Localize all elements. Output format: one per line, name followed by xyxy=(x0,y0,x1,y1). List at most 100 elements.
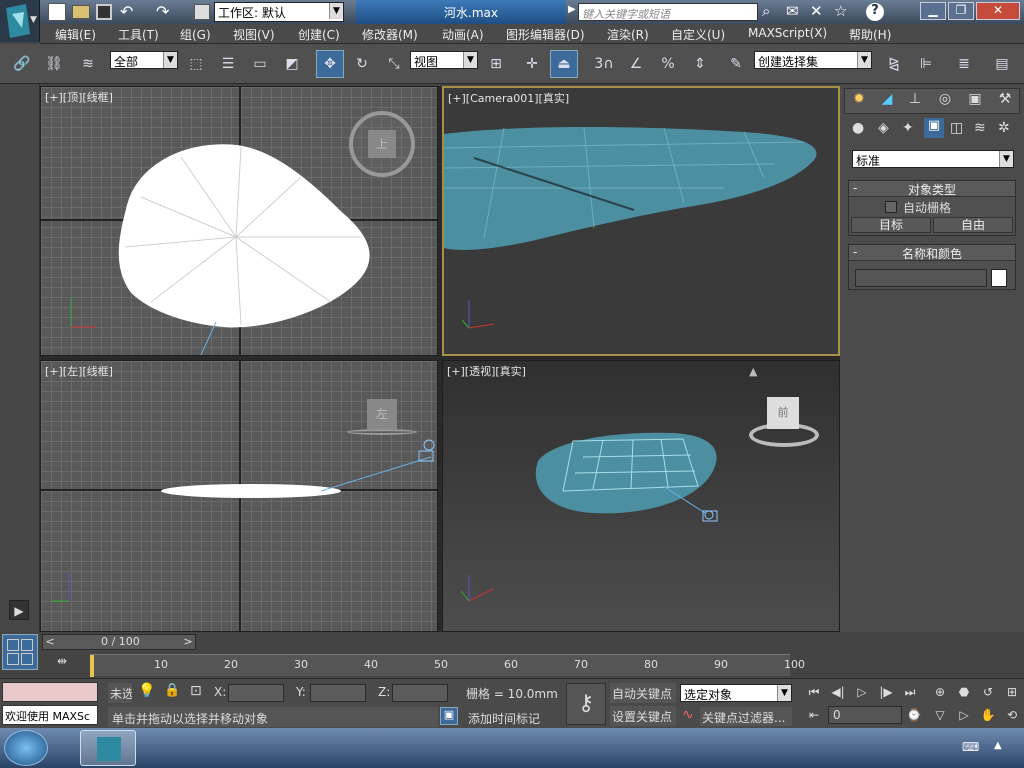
shapes-icon[interactable]: ◈ xyxy=(878,120,889,136)
rollout-header[interactable]: - 对象类型 xyxy=(849,181,1015,197)
z-coordinate-field[interactable] xyxy=(392,684,448,702)
angle-snap-icon[interactable]: ∠ xyxy=(622,50,650,78)
menu-create[interactable]: 创建(C) xyxy=(298,26,340,43)
maximize-viewport-icon[interactable]: ⊞ xyxy=(1002,683,1022,701)
roll-camera-icon[interactable]: ⟲ xyxy=(1002,706,1022,724)
time-configuration-icon[interactable]: ⌚ xyxy=(904,706,924,724)
start-button-icon[interactable] xyxy=(4,730,48,766)
current-frame-field[interactable]: 0 xyxy=(828,706,902,724)
object-color-swatch[interactable] xyxy=(991,269,1007,287)
selection-lock-icon[interactable]: 🔒 xyxy=(164,683,180,698)
spinner-snap-icon[interactable]: ⇕ xyxy=(686,50,714,78)
maxscript-listener-pink[interactable] xyxy=(2,682,98,702)
favorites-star-icon[interactable]: ☆ xyxy=(834,2,847,20)
orbit-camera-icon[interactable]: ↺ xyxy=(978,683,998,701)
menu-tools[interactable]: 工具(T) xyxy=(118,26,159,43)
binoculars-icon[interactable]: ⌕ xyxy=(762,2,770,20)
viewcube-perspective[interactable]: 前 xyxy=(749,389,819,449)
play-icon[interactable]: ▷ xyxy=(852,683,872,701)
open-file-icon[interactable] xyxy=(72,5,90,19)
isolate-bulb-icon[interactable]: 💡 xyxy=(138,683,155,699)
select-link-icon[interactable]: 🔗 xyxy=(8,50,36,78)
go-to-end-icon[interactable]: ⏭ xyxy=(900,683,920,701)
set-key-icon[interactable]: ⚷ xyxy=(566,683,606,725)
dolly-camera-icon[interactable]: ▽ xyxy=(930,706,950,724)
helpers-icon[interactable]: ◫ xyxy=(950,120,963,136)
edit-named-selection-icon[interactable]: ✎ xyxy=(722,50,750,78)
time-slider[interactable]: < 0 / 100 > xyxy=(42,634,196,650)
x-coordinate-field[interactable] xyxy=(228,684,284,702)
motion-tab-icon[interactable]: ◎ xyxy=(933,91,957,111)
viewcube-top[interactable]: 上 xyxy=(349,111,415,177)
app-menu-button[interactable]: ▼ xyxy=(0,0,40,42)
maxscript-mini-listener[interactable]: 欢迎使用 MAXSc xyxy=(2,705,98,725)
hierarchy-tab-icon[interactable]: ⊥ xyxy=(903,91,927,111)
play-script-icon[interactable]: ▶ xyxy=(9,600,29,620)
timeline-cursor[interactable] xyxy=(90,655,94,677)
menu-edit[interactable]: 编辑(E) xyxy=(55,26,96,43)
viewport-label-top[interactable]: [+][顶][线框] xyxy=(45,89,113,105)
zoom-icon[interactable]: ⊕ xyxy=(930,683,950,701)
target-camera-button[interactable]: 目标 xyxy=(851,217,931,233)
systems-icon[interactable]: ✲ xyxy=(998,120,1010,136)
auto-key-button[interactable]: 自动关键点 xyxy=(610,683,676,703)
next-frame-icon[interactable]: |▶ xyxy=(876,683,896,701)
help-icon[interactable]: ? xyxy=(866,3,884,21)
rectangular-selection-icon[interactable]: ▭ xyxy=(246,50,274,78)
viewport-camera[interactable]: [+][Camera001][真实] xyxy=(442,86,840,356)
viewport-perspective[interactable]: 前 ▲ [+][透视][真实] xyxy=(442,360,840,632)
viewport-layout-icon[interactable] xyxy=(2,634,38,670)
project-folder-icon[interactable] xyxy=(194,4,210,20)
viewport-label-camera[interactable]: [+][Camera001][真实] xyxy=(448,90,569,106)
new-file-icon[interactable] xyxy=(48,3,66,21)
viewport-left[interactable]: 左 [+][左][线框] xyxy=(40,360,438,632)
restore-button[interactable]: ❐ xyxy=(948,2,974,20)
select-and-scale-icon[interactable]: ⤡ xyxy=(380,50,408,78)
menu-customize[interactable]: 自定义(U) xyxy=(671,26,725,43)
viewport-top[interactable]: 上 [+][顶][线框] xyxy=(40,86,438,356)
menu-graph-editors[interactable]: 图形编辑器(D) xyxy=(506,26,585,43)
communication-center-icon[interactable]: ✉ xyxy=(786,2,799,20)
lights-icon[interactable]: ✦ xyxy=(902,120,914,136)
menu-help[interactable]: 帮助(H) xyxy=(849,26,891,43)
select-and-rotate-icon[interactable]: ↻ xyxy=(348,50,376,78)
redo-icon[interactable]: ↷ xyxy=(156,2,169,21)
named-selection-dropdown[interactable]: 创建选择集 ▼ xyxy=(754,51,872,69)
add-time-tag-icon[interactable]: ▣ xyxy=(440,707,458,725)
menu-animation[interactable]: 动画(A) xyxy=(442,26,484,43)
y-coordinate-field[interactable] xyxy=(310,684,366,702)
create-tab-icon[interactable]: ✹ xyxy=(847,91,871,111)
go-to-start-icon[interactable]: ⏮ xyxy=(804,683,824,701)
workspace-dropdown[interactable]: 工作区: 默认 ▼ xyxy=(214,2,344,22)
key-mode-toggle-icon[interactable]: ⇤ xyxy=(804,706,824,724)
add-time-tag-label[interactable]: 添加时间标记 xyxy=(468,710,540,727)
menu-maxscript[interactable]: MAXScript(X) xyxy=(748,26,827,40)
search-input[interactable]: 键入关键字或短语 xyxy=(578,3,758,21)
truck-camera-icon[interactable]: ▷ xyxy=(954,706,974,724)
viewport-label-left[interactable]: [+][左][线框] xyxy=(45,363,113,379)
display-tab-icon[interactable]: ▣ xyxy=(963,91,987,111)
connect-icon[interactable]: ✕ xyxy=(810,2,823,20)
mirror-icon[interactable]: ⧎ xyxy=(880,50,908,78)
undo-icon[interactable]: ↶ xyxy=(120,2,133,21)
autogrid-checkbox[interactable] xyxy=(885,201,897,213)
zoom-all-icon[interactable]: ⬣ xyxy=(954,683,974,701)
select-object-icon[interactable]: ⬚ xyxy=(182,50,210,78)
select-and-move-icon[interactable]: ✥ xyxy=(316,50,344,78)
reference-coordinate-dropdown[interactable]: 视图 ▼ xyxy=(410,51,478,69)
layer-manager-icon[interactable]: ≣ xyxy=(950,50,978,78)
graphite-ribbon-icon[interactable]: ▤ xyxy=(988,50,1016,78)
utilities-tab-icon[interactable]: ⚒ xyxy=(993,91,1017,111)
input-keyboard-icon[interactable]: ⌨ xyxy=(962,740,979,754)
keyboard-shortcut-override-icon[interactable]: ⏏ xyxy=(550,50,578,78)
viewcube-left[interactable]: 左 xyxy=(347,399,417,439)
align-icon[interactable]: ⊫ xyxy=(912,50,940,78)
open-mini-curve-editor-icon[interactable]: ⇹ xyxy=(50,654,74,672)
pivot-center-icon[interactable]: ⊞ xyxy=(482,50,510,78)
modify-tab-icon[interactable]: ◢ xyxy=(875,91,899,111)
menu-group[interactable]: 组(G) xyxy=(180,26,211,43)
timeline-ruler[interactable]: 10 20 30 40 50 60 70 80 90 100 xyxy=(90,654,805,677)
key-target-dropdown[interactable]: 选定对象 ▼ xyxy=(680,684,792,702)
absolute-mode-icon[interactable]: ⊡ xyxy=(190,683,202,699)
selection-filter-dropdown[interactable]: 全部 ▼ xyxy=(110,51,178,69)
